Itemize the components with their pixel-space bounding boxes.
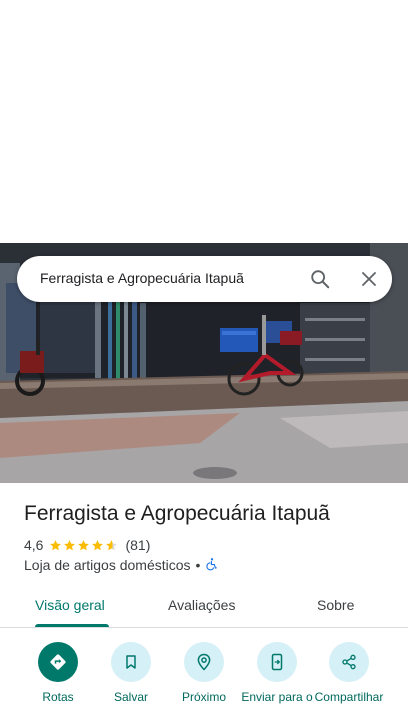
active-tab-indicator bbox=[35, 624, 109, 627]
close-icon[interactable] bbox=[355, 265, 383, 293]
save-button[interactable]: Salvar bbox=[93, 642, 169, 704]
place-title: Ferragista e Agropecuária Itapuã bbox=[24, 502, 330, 525]
share-icon[interactable] bbox=[329, 642, 369, 682]
bookmark-icon[interactable] bbox=[111, 642, 151, 682]
tab-overview[interactable]: Visão geral bbox=[35, 597, 105, 613]
separator-dot: • bbox=[195, 557, 201, 573]
star-icon bbox=[64, 539, 76, 550]
star-icon bbox=[92, 539, 104, 550]
share-label: Compartilhar bbox=[314, 690, 384, 704]
half-star-icon bbox=[106, 539, 118, 550]
star-icon bbox=[78, 539, 90, 550]
send-to-phone-button[interactable]: Enviar para o bbox=[239, 642, 315, 704]
directions-icon[interactable] bbox=[38, 642, 78, 682]
directions-button[interactable]: Rotas bbox=[20, 642, 96, 704]
star-icon bbox=[50, 539, 62, 550]
nearby-button[interactable]: Próximo bbox=[166, 642, 242, 704]
place-category: Loja de artigos domésticos bbox=[24, 557, 191, 573]
tab-bar: Visão geral Avaliações Sobre bbox=[0, 585, 408, 628]
search-icon[interactable] bbox=[306, 265, 334, 293]
search-query-text[interactable]: Ferragista e Agropecuária Itapuã bbox=[40, 270, 244, 286]
search-bar[interactable]: Ferragista e Agropecuária Itapuã bbox=[17, 256, 392, 302]
send-to-phone-icon[interactable] bbox=[257, 642, 297, 682]
send-to-phone-label: Enviar para o bbox=[241, 690, 313, 704]
nearby-icon[interactable] bbox=[184, 642, 224, 682]
action-buttons-row: Rotas Salvar Próximo Enviar para o Compa… bbox=[0, 640, 408, 726]
review-count[interactable]: (81) bbox=[125, 537, 150, 553]
map-area-blank bbox=[0, 0, 408, 243]
rating-row[interactable]: 4,6 (81) bbox=[24, 536, 150, 554]
share-button[interactable]: Compartilhar bbox=[311, 642, 387, 704]
save-label: Salvar bbox=[113, 690, 148, 704]
directions-label: Rotas bbox=[42, 690, 74, 704]
wheelchair-accessible-icon bbox=[205, 557, 219, 574]
tab-reviews[interactable]: Avaliações bbox=[168, 597, 235, 613]
nearby-label: Próximo bbox=[181, 690, 226, 704]
star-rating bbox=[49, 539, 119, 552]
category-row: Loja de artigos domésticos • bbox=[24, 556, 219, 574]
tab-about[interactable]: Sobre bbox=[317, 597, 354, 613]
rating-value: 4,6 bbox=[24, 537, 44, 553]
